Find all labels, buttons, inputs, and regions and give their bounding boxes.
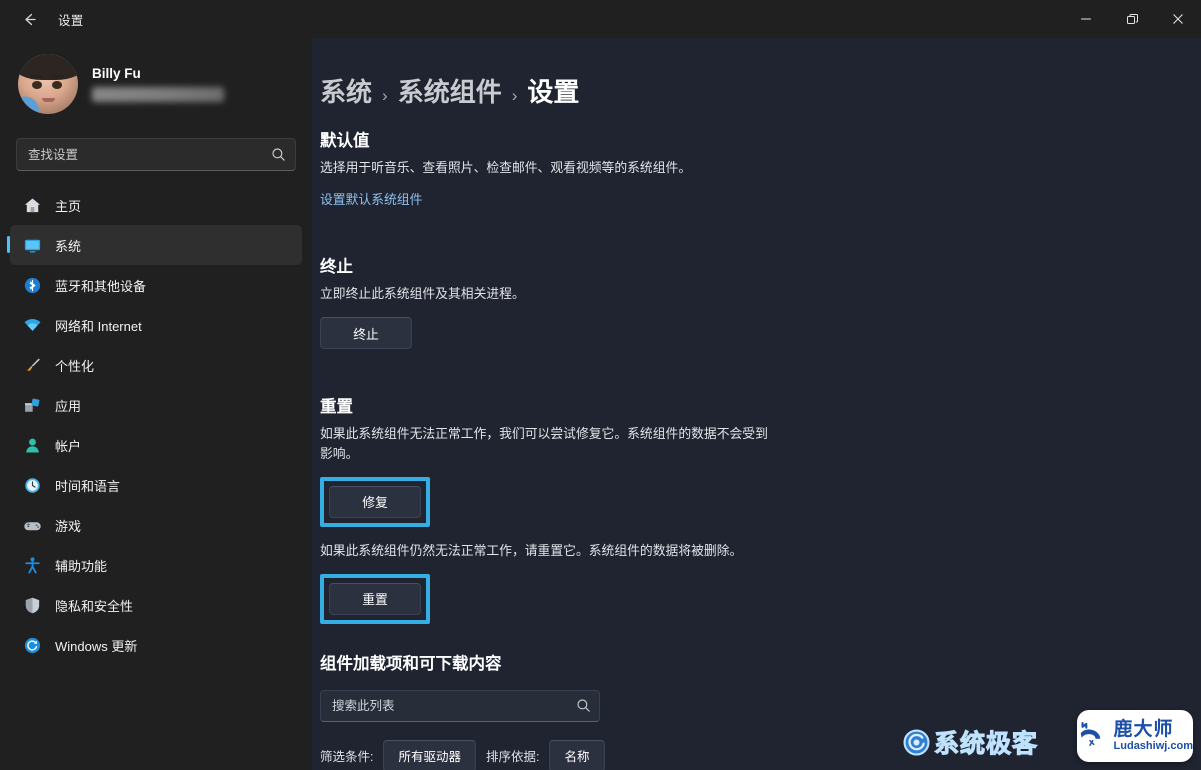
display-icon: [22, 235, 42, 255]
sidebar-item-accessibility[interactable]: 辅助功能: [10, 545, 302, 585]
back-arrow-icon: [24, 13, 36, 25]
close-button[interactable]: [1155, 0, 1201, 38]
sidebar-item-accounts[interactable]: 帐户: [10, 425, 302, 465]
sidebar-item-label: 辅助功能: [55, 558, 108, 574]
gamepad-icon: [22, 515, 42, 535]
breadcrumb-segment-system[interactable]: 系统: [320, 72, 372, 109]
shield-icon: [22, 595, 42, 615]
breadcrumb-segment-settings: 设置: [527, 77, 580, 107]
sidebar-item-personalization[interactable]: 个性化: [10, 345, 302, 385]
apps-icon: [22, 395, 42, 415]
section-reset: 重置 如果此系统组件无法正常工作，我们可以尝试修复它。系统组件的数据不会受到影响…: [320, 393, 1072, 624]
update-icon: [22, 635, 42, 655]
main-content: 系统 › 系统组件 › 设置 默认值 选择用于听音乐、查看照片、检查邮件、观看视…: [312, 38, 1201, 770]
badge-title: 鹿大师: [1113, 719, 1174, 740]
sidebar-item-label: 系统: [55, 238, 82, 254]
reset-button-highlight: 重置: [320, 573, 430, 624]
filter-label: 筛选条件:: [320, 750, 374, 765]
sidebar-item-privacy-security[interactable]: 隐私和安全性: [10, 585, 302, 625]
terminate-button[interactable]: 终止: [320, 317, 412, 350]
breadcrumb: 系统 › 系统组件 › 设置: [320, 72, 1072, 109]
sidebar-item-label: 应用: [55, 398, 82, 414]
addons-search-input[interactable]: [320, 689, 600, 722]
restore-icon: [1126, 13, 1138, 24]
accessibility-icon: [22, 555, 42, 575]
close-icon: [1173, 14, 1183, 24]
back-button[interactable]: [8, 3, 50, 35]
sidebar-item-label: 蓝牙和其他设备: [55, 278, 147, 294]
window-controls: [1063, 0, 1201, 38]
settings-search: [16, 138, 296, 171]
sort-dropdown[interactable]: 名称: [549, 739, 605, 770]
account-icon: [22, 435, 42, 455]
reset-description: 如果此系统组件仍然无法正常工作，请重置它。系统组件的数据将被删除。: [320, 542, 743, 558]
sidebar-item-network[interactable]: 网络和 Internet: [10, 305, 302, 345]
window-body: Billy Fu 查找设置 主页 系统 蓝牙和其他设备 网络和 Internet…: [0, 38, 1201, 770]
window-title: 设置: [58, 13, 84, 28]
avatar: [18, 54, 78, 114]
brush-icon: [22, 355, 42, 375]
home-icon: [22, 195, 42, 215]
settings-window: 设置 Billy Fu 查找设置 主页 系统 蓝牙和其他设备 网络和 Inter…: [0, 0, 1201, 770]
search-input[interactable]: [16, 138, 296, 171]
sidebar-item-label: Windows 更新: [55, 638, 138, 654]
account-name: Billy Fu: [92, 66, 141, 81]
filter-dropdown[interactable]: 所有驱动器: [383, 739, 476, 770]
minimize-button[interactable]: [1063, 0, 1109, 38]
sidebar-item-apps[interactable]: 应用: [10, 385, 302, 425]
wifi-icon: [22, 315, 42, 335]
section-heading: 默认值: [320, 132, 370, 150]
section-heading: 重置: [320, 398, 353, 417]
sidebar-item-label: 个性化: [55, 358, 95, 374]
section-terminate: 终止 立即终止此系统组件及其相关进程。 终止: [320, 253, 1072, 350]
search-icon: [272, 148, 285, 161]
breadcrumb-segment-components[interactable]: 系统组件: [398, 72, 502, 109]
section-addons: 组件加载项和可下载内容 筛选条件: 所有驱动器 排序依据: 名称: [320, 650, 1072, 770]
clock-icon: [22, 475, 42, 495]
badge-url: Ludashiwj.com: [1113, 740, 1193, 752]
section-heading: 终止: [320, 258, 353, 277]
addons-search: [320, 689, 1072, 722]
repair-button[interactable]: 修复: [329, 485, 421, 518]
chevron-right-icon: ›: [511, 86, 518, 105]
sidebar-item-time-language[interactable]: 时间和语言: [10, 465, 302, 505]
sidebar-item-gaming[interactable]: 游戏: [10, 505, 302, 545]
title-bar: 设置: [0, 0, 1201, 38]
set-default-components-link[interactable]: 设置默认系统组件: [320, 189, 422, 208]
chevron-right-icon: ›: [382, 86, 388, 105]
watermark-ludashi-badge: 鹿大师 Ludashiwj.com: [1077, 710, 1193, 762]
sidebar-item-home[interactable]: 主页: [10, 185, 302, 225]
account-block[interactable]: Billy Fu: [0, 38, 312, 128]
sidebar-item-windows-update[interactable]: Windows 更新: [10, 625, 302, 665]
deer-logo-icon: [1080, 721, 1101, 747]
sidebar-item-label: 时间和语言: [55, 478, 121, 494]
maximize-button[interactable]: [1109, 0, 1155, 38]
reset-button[interactable]: 重置: [329, 582, 421, 615]
section-description: 选择用于听音乐、查看照片、检查邮件、观看视频等的系统组件。: [320, 160, 692, 175]
minimize-icon: [1081, 18, 1091, 20]
section-defaults: 默认值 选择用于听音乐、查看照片、检查邮件、观看视频等的系统组件。 设置默认系统…: [320, 127, 1072, 209]
sidebar-item-label: 网络和 Internet: [55, 318, 142, 334]
sidebar-item-label: 游戏: [55, 518, 82, 534]
sidebar: Billy Fu 查找设置 主页 系统 蓝牙和其他设备 网络和 Internet…: [0, 38, 312, 770]
bluetooth-icon: [22, 275, 42, 295]
sidebar-item-bluetooth[interactable]: 蓝牙和其他设备: [10, 265, 302, 305]
sidebar-item-label: 主页: [55, 198, 82, 214]
sort-label: 排序依据:: [486, 750, 540, 765]
section-heading: 组件加载项和可下载内容: [320, 654, 502, 673]
sidebar-item-system[interactable]: 系统: [7, 225, 302, 265]
search-icon: [577, 699, 590, 712]
section-description: 立即终止此系统组件及其相关进程。: [320, 286, 525, 302]
sidebar-item-label: 隐私和安全性: [55, 598, 134, 614]
sidebar-item-label: 帐户: [55, 438, 82, 454]
sidebar-nav: 主页 系统 蓝牙和其他设备 网络和 Internet 个性化 应用 帐户 时间和…: [0, 181, 312, 665]
account-email-redacted: [92, 87, 224, 102]
repair-description: 如果此系统组件无法正常工作，我们可以尝试修复它。系统组件的数据不会受到影响。: [320, 426, 768, 461]
repair-button-highlight: 修复: [320, 476, 430, 527]
addons-filters: 筛选条件: 所有驱动器 排序依据: 名称: [320, 739, 1072, 770]
